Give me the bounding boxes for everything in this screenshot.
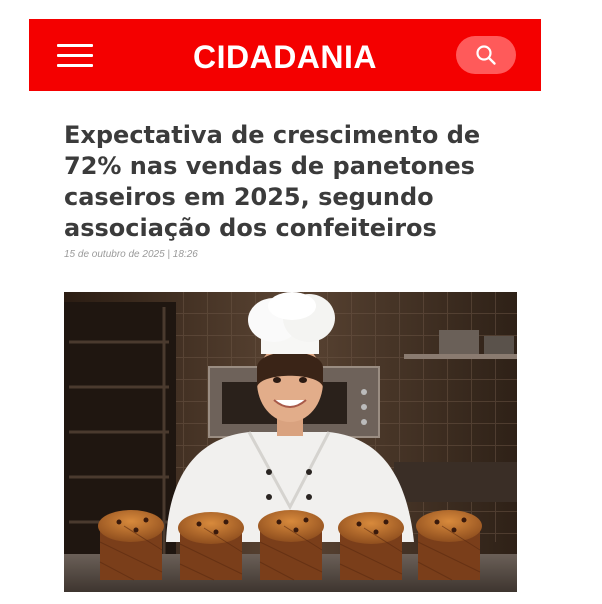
article-title: Expectativa de crescimento de 72% nas ve… xyxy=(64,121,481,242)
article-photo xyxy=(64,292,517,592)
chef-panettone-illustration xyxy=(64,292,517,592)
article-date: 15 de outubro de 2025 | 18:26 xyxy=(64,249,198,260)
search-button[interactable] xyxy=(456,36,516,74)
site-header: CIDADANIA xyxy=(29,19,541,91)
search-icon xyxy=(476,45,496,65)
